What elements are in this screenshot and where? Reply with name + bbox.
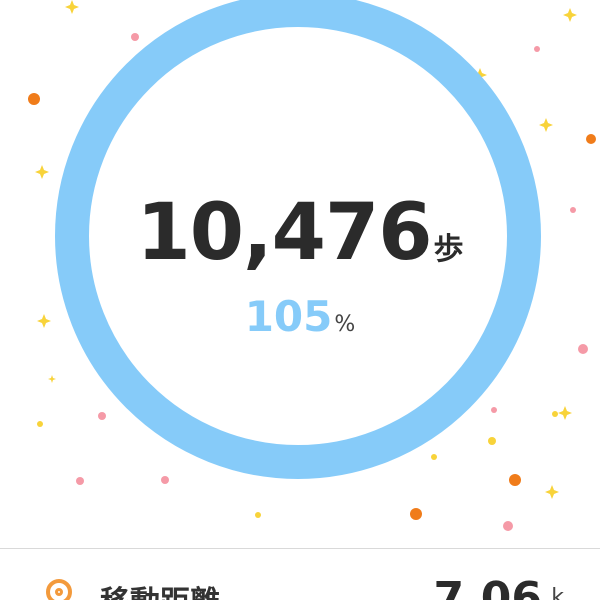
confetti-dot xyxy=(503,521,513,531)
distance-value: 7.06 xyxy=(433,573,542,600)
distance-row[interactable]: 移動距離 7.06 k xyxy=(0,549,600,600)
goal-percentage: 105% xyxy=(0,292,600,341)
sparkle-star xyxy=(563,8,577,22)
sparkle-star xyxy=(35,165,49,179)
distance-label: 移動距離 xyxy=(100,577,220,600)
confetti-dot xyxy=(586,134,596,144)
step-count: 10,476歩 xyxy=(0,188,600,278)
confetti-dot xyxy=(578,344,588,354)
confetti-dot xyxy=(28,93,40,105)
step-count-value: 10,476 xyxy=(136,188,433,278)
confetti-dot xyxy=(410,508,422,520)
sparkle-star xyxy=(558,406,572,420)
step-count-unit: 歩 xyxy=(433,232,464,267)
sparkle-star xyxy=(545,485,559,499)
goal-percentage-sign: % xyxy=(334,312,356,337)
goal-percentage-value: 105 xyxy=(244,292,333,341)
confetti-dot xyxy=(552,411,558,417)
confetti-dot xyxy=(37,421,43,427)
location-pin-icon xyxy=(46,579,72,600)
distance-unit: k xyxy=(551,585,564,600)
confetti-dot xyxy=(255,512,261,518)
